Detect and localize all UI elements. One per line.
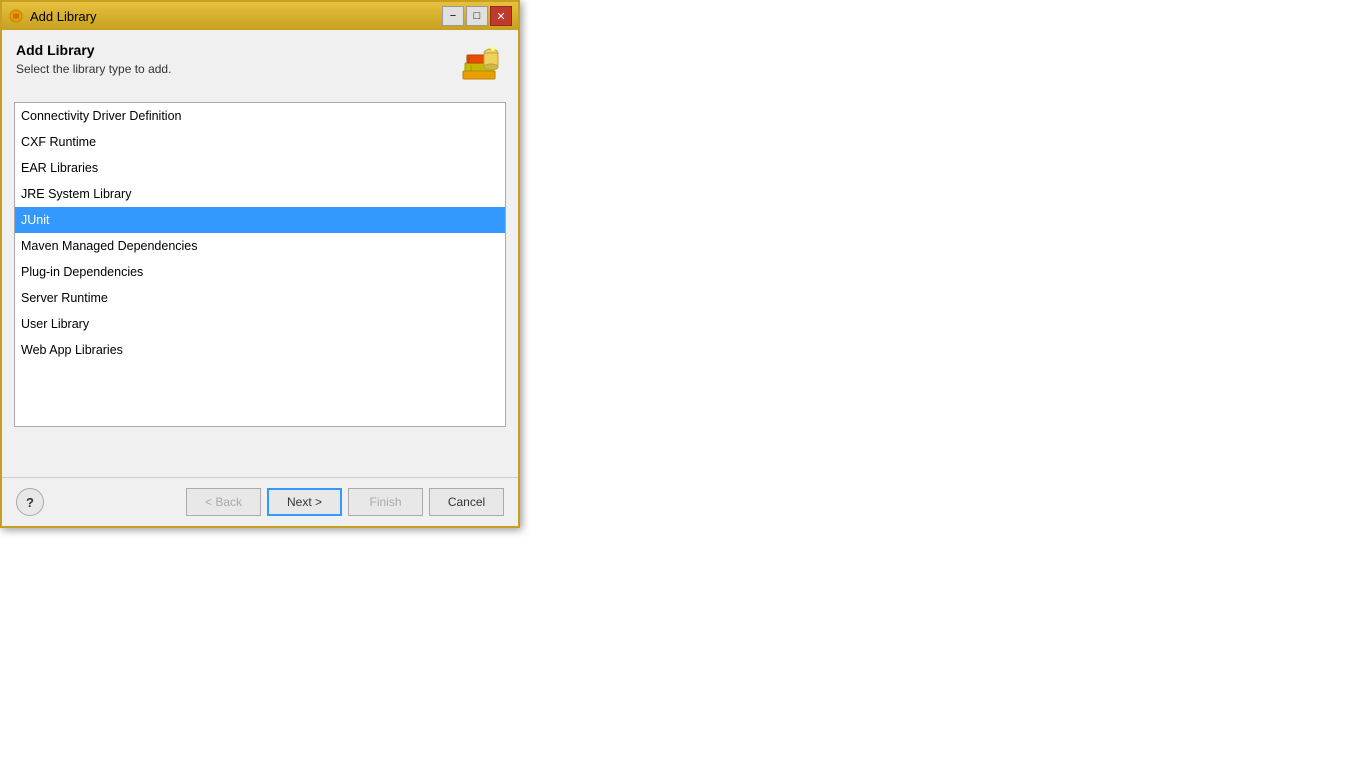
dialog-content: Add Library Select the library type to a… (2, 30, 518, 526)
back-button[interactable]: < Back (186, 488, 261, 516)
maximize-button[interactable]: □ (466, 6, 488, 26)
library-list[interactable]: Connectivity Driver DefinitionCXF Runtim… (14, 102, 506, 427)
list-item[interactable]: Server Runtime (15, 285, 505, 311)
help-button[interactable]: ? (16, 488, 44, 516)
dialog-title: Add Library (30, 9, 96, 24)
library-icon (454, 42, 504, 92)
list-item[interactable]: User Library (15, 311, 505, 337)
title-bar-buttons: − □ ✕ (442, 6, 512, 26)
title-bar-left: Add Library (8, 8, 96, 24)
list-item[interactable]: CXF Runtime (15, 129, 505, 155)
button-bar: ? < Back Next > Finish Cancel (2, 477, 518, 526)
list-item[interactable]: JUnit (15, 207, 505, 233)
navigation-buttons: < Back Next > Finish Cancel (186, 488, 504, 516)
dialog-wrapper: Add Library − □ ✕ Add Library Select the… (0, 0, 530, 560)
header-section: Add Library Select the library type to a… (2, 30, 518, 102)
finish-button[interactable]: Finish (348, 488, 423, 516)
spacer (2, 427, 518, 477)
header-subtitle: Select the library type to add. (16, 62, 454, 76)
header-text: Add Library Select the library type to a… (16, 42, 454, 76)
add-library-dialog: Add Library − □ ✕ Add Library Select the… (0, 0, 520, 528)
cancel-button[interactable]: Cancel (429, 488, 504, 516)
list-item[interactable]: Web App Libraries (15, 337, 505, 363)
list-item[interactable]: EAR Libraries (15, 155, 505, 181)
minimize-button[interactable]: − (442, 6, 464, 26)
close-button[interactable]: ✕ (490, 6, 512, 26)
list-item[interactable]: Maven Managed Dependencies (15, 233, 505, 259)
list-item[interactable]: JRE System Library (15, 181, 505, 207)
list-item[interactable]: Plug-in Dependencies (15, 259, 505, 285)
title-bar: Add Library − □ ✕ (2, 2, 518, 30)
dialog-icon (8, 8, 24, 24)
next-button[interactable]: Next > (267, 488, 342, 516)
list-item[interactable]: Connectivity Driver Definition (15, 103, 505, 129)
header-title: Add Library (16, 42, 454, 58)
